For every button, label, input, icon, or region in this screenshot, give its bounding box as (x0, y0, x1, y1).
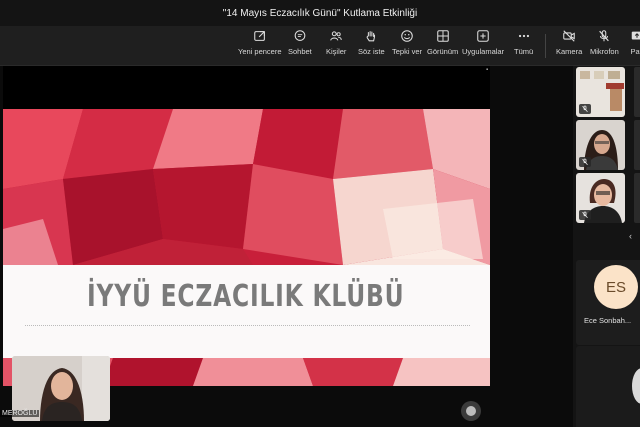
raise-hand-button[interactable]: Söz iste (358, 29, 385, 56)
people-icon (330, 31, 342, 41)
more-button[interactable]: Tümü (514, 29, 533, 56)
mic-off-icon (599, 30, 610, 42)
chevron-left-icon[interactable]: ‹ (629, 231, 632, 241)
share-button[interactable]: Pay (630, 29, 640, 56)
slide-title: İYYÜ ECZACILIK KLÜBÜ (87, 279, 405, 314)
participant-tile-partial[interactable] (634, 173, 640, 223)
mic-off-icon (582, 158, 588, 166)
participant-tile-partial[interactable] (634, 67, 640, 117)
new-window-icon (253, 31, 265, 41)
muted-mic-indicator (579, 157, 591, 167)
chat-button[interactable]: Sohbet (288, 29, 312, 56)
meeting-title: "14 Mayıs Eczacılık Günü" Kutlama Etkinl… (222, 7, 418, 19)
slide-background-mosaic (3, 109, 490, 265)
muted-mic-indicator (579, 104, 591, 114)
participant-card[interactable] (576, 346, 640, 427)
muted-mic-indicator (579, 210, 591, 220)
mic-button[interactable]: Mikrofon (590, 29, 619, 56)
stage-control-button[interactable] (461, 401, 481, 421)
toolbar-divider (545, 34, 546, 58)
participant-tile[interactable] (576, 67, 625, 117)
raise-hand-icon (366, 31, 376, 42)
chat-icon (294, 30, 306, 41)
participant-name: Ece Sonbah... (584, 316, 632, 325)
participant-tile[interactable] (576, 173, 625, 223)
mic-off-icon (582, 211, 588, 219)
meeting-toolbar: Yeni pencere Sohbet Kişiler Söz iste Tep… (0, 26, 640, 66)
avatar: ES (594, 265, 638, 309)
layout-icon (436, 30, 449, 42)
self-name-label: MEROĞLU (0, 410, 40, 417)
participant-tile-partial[interactable] (634, 120, 640, 170)
camera-off-icon (563, 30, 575, 42)
presentation-slide: İYYÜ ECZACILIK KLÜBÜ (3, 109, 490, 386)
react-button[interactable]: Tepki ver (392, 29, 422, 56)
camera-button[interactable]: Kamera (556, 29, 582, 56)
stage-indicator-dot: ▪ (486, 67, 489, 73)
apps-icon (477, 30, 489, 42)
layout-button[interactable]: Görünüm (427, 29, 458, 56)
share-icon (631, 31, 640, 40)
people-button[interactable]: Kişiler (326, 29, 346, 56)
slide-divider (25, 325, 470, 326)
react-icon (401, 30, 413, 42)
mic-off-icon (582, 105, 588, 113)
more-icon (518, 34, 529, 38)
window-title-bar: "14 Mayıs Eczacılık Günü" Kutlama Etkinl… (0, 0, 640, 26)
apps-button[interactable]: Uygulamalar (462, 29, 504, 56)
participant-tile[interactable] (576, 120, 625, 170)
new-window-button[interactable]: Yeni pencere (238, 29, 282, 56)
